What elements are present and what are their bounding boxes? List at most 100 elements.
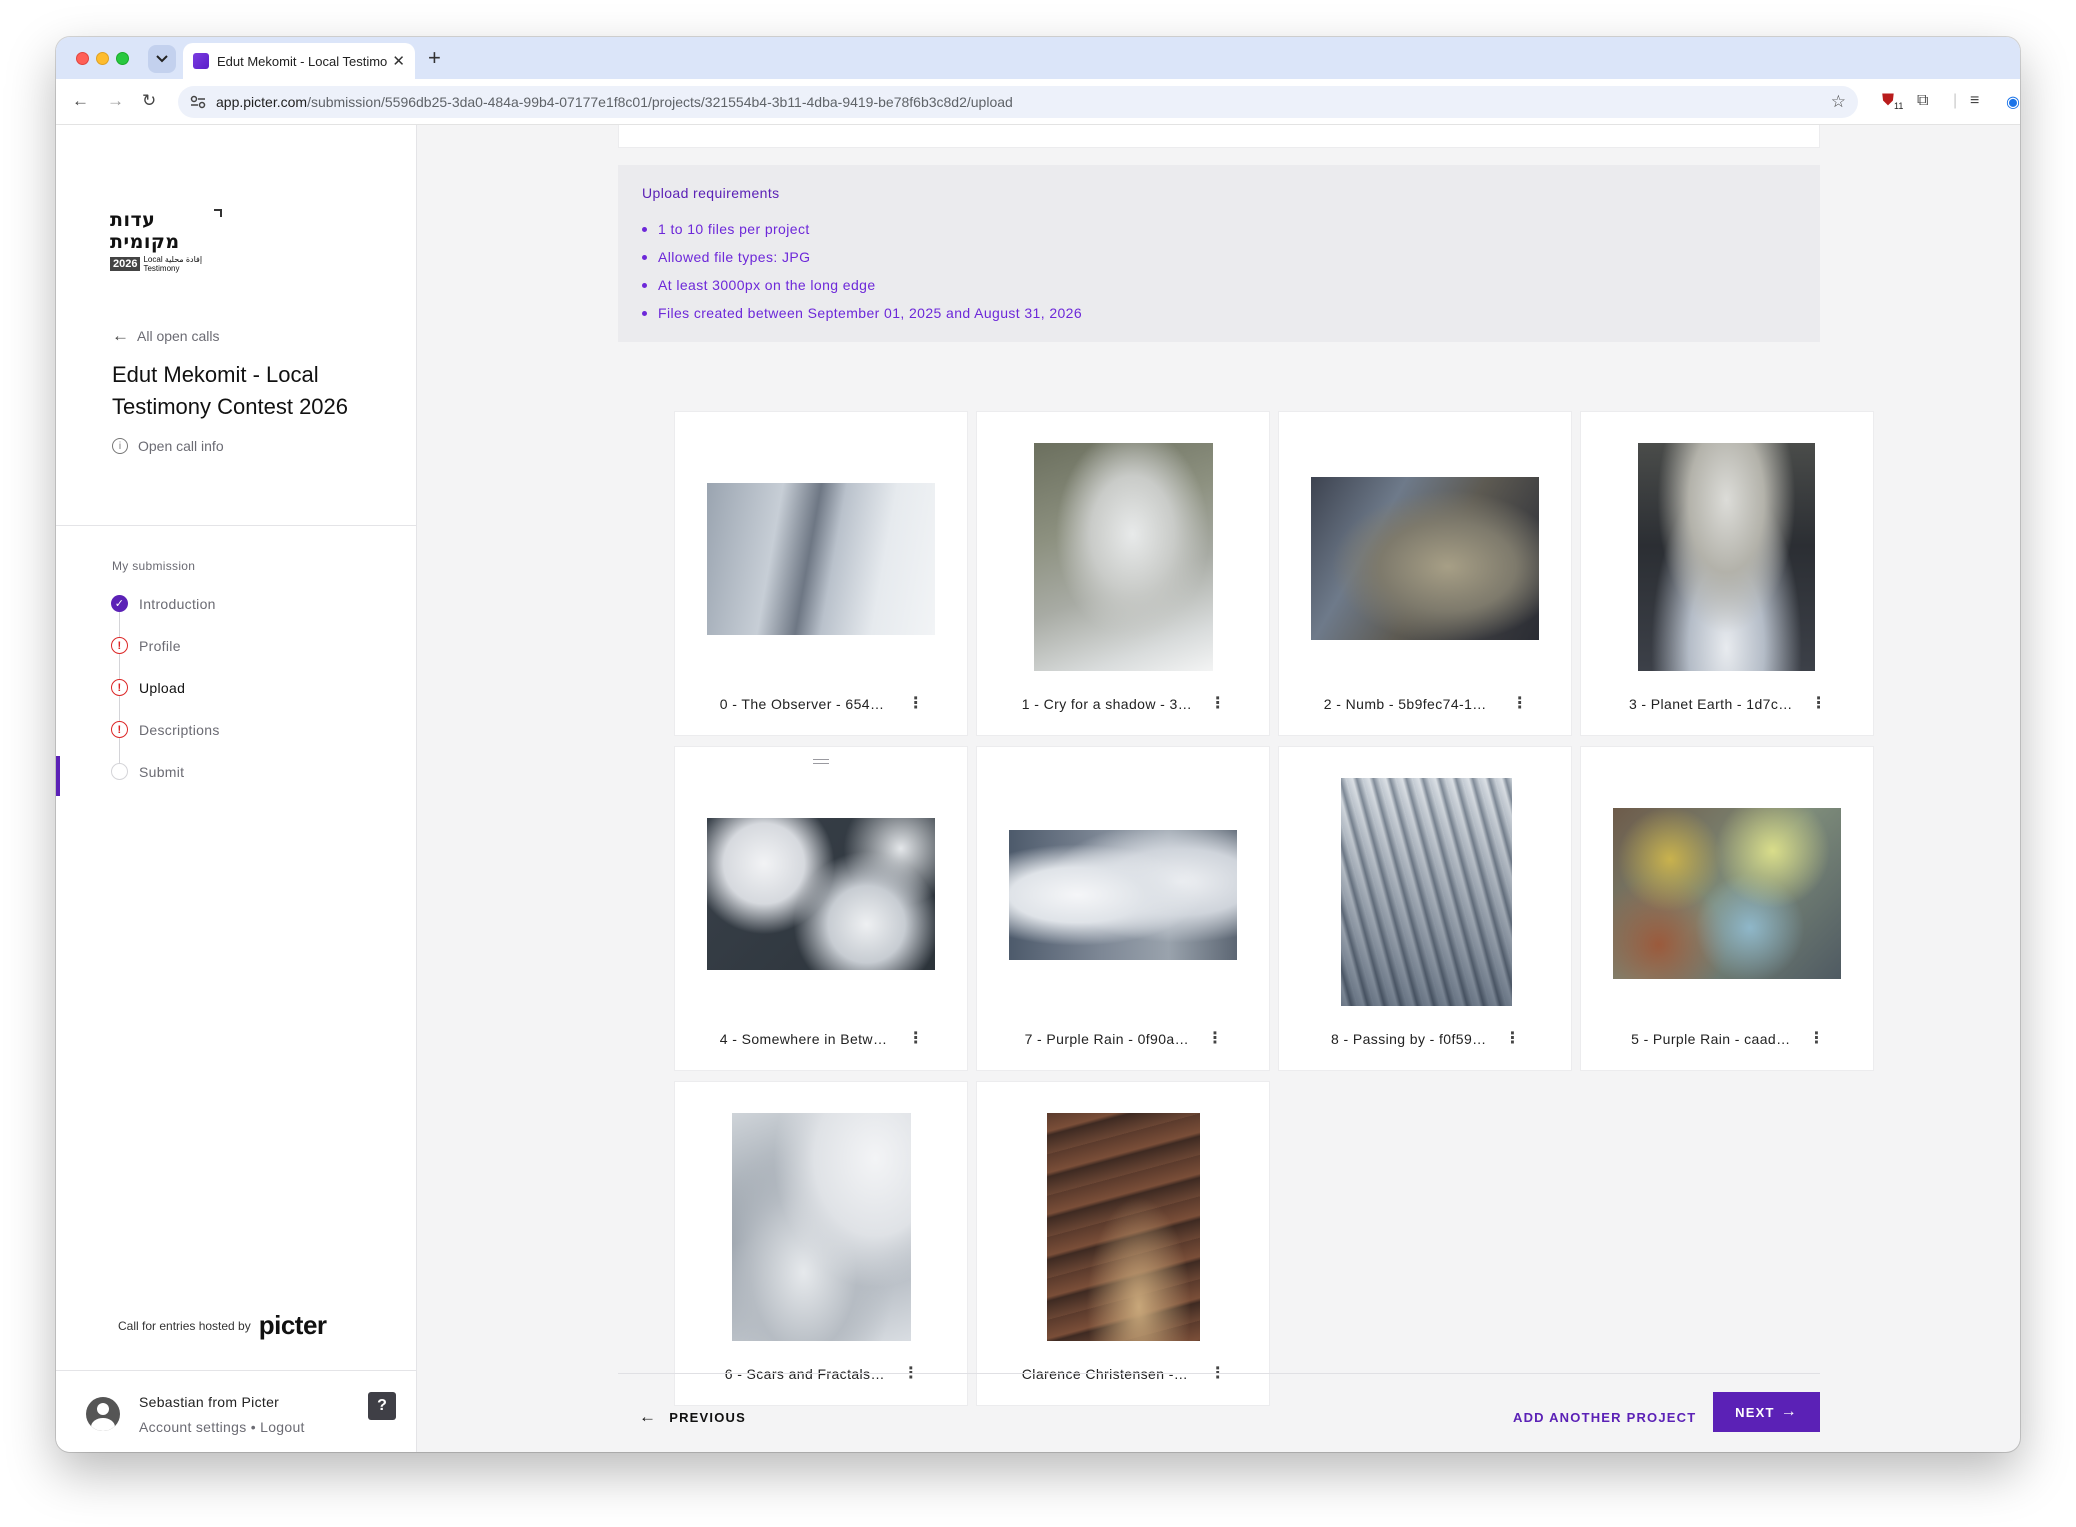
minimize-window-button[interactable] <box>96 52 109 65</box>
bullet-icon <box>642 226 647 232</box>
step-introduction[interactable]: ✓ Introduction <box>111 595 216 612</box>
image-card[interactable]: 6 - Scars and Fractals… ⋮ <box>674 1081 968 1406</box>
snow-clouds-image <box>1009 830 1237 960</box>
step-profile[interactable]: ! Profile <box>111 637 181 654</box>
reading-list-icon[interactable]: ≡ <box>1970 92 1979 110</box>
bullet-icon <box>642 282 647 288</box>
warning-circle-icon: ! <box>111 679 128 696</box>
step-submit[interactable]: Submit <box>111 763 184 780</box>
more-options-icon[interactable]: ⋮ <box>1808 1031 1824 1047</box>
more-options-icon[interactable]: ⋮ <box>1512 696 1528 712</box>
image-caption: Clarence Christensen - … ⋮ <box>977 1366 1271 1383</box>
desert-terrain-image <box>1311 477 1539 640</box>
image-card[interactable]: 1 - Cry for a shadow - 3e0… ⋮ <box>976 411 1270 736</box>
edut-mekomit-logo[interactable]: עדות מקומית 2026 Local إفادة محلية Testi… <box>110 209 222 273</box>
all-open-calls-link[interactable]: ← All open calls <box>112 326 220 346</box>
requirement-item: At least 3000px on the long edge <box>642 271 1796 299</box>
toolbar-divider: | <box>1953 92 1958 109</box>
image-card[interactable]: 5 - Purple Rain - caad… ⋮ <box>1580 746 1874 1071</box>
close-tab-icon[interactable]: ✕ <box>392 52 405 70</box>
open-call-info-link[interactable]: i Open call info <box>112 438 224 454</box>
step-label: Profile <box>139 637 181 654</box>
picter-logo[interactable]: picter <box>259 1310 327 1341</box>
extension-shield-icon[interactable]: ⛊11 <box>1882 92 1903 111</box>
back-arrow-icon[interactable]: ← <box>72 91 89 111</box>
open-call-title: Edut Mekomit - Local Testimony Contest 2… <box>112 362 349 419</box>
drag-handle-icon[interactable] <box>813 759 829 764</box>
bookmark-star-icon[interactable]: ☆ <box>1831 92 1846 112</box>
cloud-field-image <box>707 818 935 970</box>
bullet-icon <box>642 254 647 260</box>
steps-label: My submission <box>112 559 196 573</box>
image-caption: 8 - Passing by - f0f59… ⋮ <box>1279 1031 1573 1048</box>
more-options-icon[interactable]: ⋮ <box>1811 696 1827 712</box>
next-label: NEXT <box>1735 1404 1775 1420</box>
logo-line1: Local إفادة محلية <box>143 255 203 264</box>
logo-row: 2026 Local إفادة محلية Testimony <box>110 255 222 273</box>
requirement-item: Files created between September 01, 2025… <box>642 299 1796 327</box>
step-descriptions[interactable]: ! Descriptions <box>111 721 220 738</box>
close-window-button[interactable] <box>76 52 89 65</box>
more-options-icon[interactable]: ⋮ <box>1210 696 1226 712</box>
cloud-ocean-image <box>1638 443 1815 671</box>
more-options-icon[interactable]: ⋮ <box>1207 1031 1223 1047</box>
image-card[interactable]: Clarence Christensen - … ⋮ <box>976 1081 1270 1406</box>
image-card[interactable]: 0 - The Observer - 6542… ⋮ <box>674 411 968 736</box>
image-card[interactable]: 7 - Purple Rain - 0f90a… ⋮ <box>976 746 1270 1071</box>
forward-arrow-icon[interactable]: → <box>107 91 124 111</box>
next-button[interactable]: NEXT → <box>1713 1392 1820 1432</box>
more-options-icon[interactable]: ⋮ <box>908 696 924 712</box>
site-settings-icon[interactable] <box>190 95 206 109</box>
tab-search-button[interactable] <box>148 45 176 73</box>
logo-line2: Testimony <box>143 264 180 273</box>
maximize-window-button[interactable] <box>116 52 129 65</box>
user-name: Sebastian from Picter <box>139 1394 280 1410</box>
hosted-by-label: Call for entries hosted by <box>118 1318 251 1333</box>
sidebar: עדות מקומית 2026 Local إفادة محلية Testi… <box>56 125 417 1452</box>
footer-divider <box>618 1373 1820 1374</box>
more-options-icon[interactable]: ⋮ <box>908 1031 924 1047</box>
upload-requirements: Upload requirements 1 to 10 files per pr… <box>618 165 1820 342</box>
help-button[interactable]: ? <box>368 1392 396 1420</box>
user-links: Account settings • Logout <box>139 1419 305 1435</box>
extensions-puzzle-icon[interactable]: ⧉ <box>1917 92 1928 110</box>
project-details-card <box>618 125 1820 148</box>
image-caption: 0 - The Observer - 6542… ⋮ <box>675 696 969 713</box>
step-upload[interactable]: ! Upload <box>111 679 185 696</box>
cloud-streets-image <box>1341 778 1512 1006</box>
new-tab-button[interactable]: + <box>428 45 441 71</box>
account-settings-link[interactable]: Account settings <box>139 1419 247 1435</box>
step-label: Upload <box>139 679 186 696</box>
user-avatar-icon <box>86 1397 120 1431</box>
image-caption: 2 - Numb - 5b9fec74-1a2… ⋮ <box>1279 696 1573 713</box>
tab-title: Edut Mekomit - Local Testimony Contest 2… <box>217 53 387 69</box>
colorful-terrain-image <box>1613 808 1841 979</box>
image-caption-text: 3 - Planet Earth - 1d7c… <box>1628 696 1793 712</box>
previous-button[interactable]: ← PREVIOUS <box>639 1407 746 1427</box>
image-card[interactable]: 2 - Numb - 5b9fec74-1a2… ⋮ <box>1278 411 1572 736</box>
add-another-project-button[interactable]: ADD ANOTHER PROJECT <box>1513 1410 1696 1425</box>
image-caption: 1 - Cry for a shadow - 3e0… ⋮ <box>977 696 1271 713</box>
warning-circle-icon: ! <box>111 637 128 654</box>
extension-badge: 11 <box>1894 101 1904 112</box>
info-icon: i <box>112 438 128 454</box>
more-options-icon[interactable]: ⋮ <box>1505 1031 1521 1047</box>
logout-link[interactable]: Logout <box>260 1419 305 1435</box>
arrow-right-icon: → <box>1780 1403 1798 1420</box>
more-options-icon[interactable]: ⋮ <box>1210 1366 1226 1382</box>
image-caption: 6 - Scars and Fractals… ⋮ <box>675 1366 969 1383</box>
browser-tab[interactable]: Edut Mekomit - Local Testimony Contest 2… <box>183 43 415 79</box>
address-bar[interactable]: app.picter.com/submission/5596db25-3da0-… <box>178 86 1858 118</box>
profile-icon[interactable]: ◉ <box>2006 92 2020 112</box>
image-card[interactable]: 8 - Passing by - f0f59… ⋮ <box>1278 746 1572 1071</box>
image-caption-text: Clarence Christensen - … <box>1021 1366 1192 1382</box>
image-caption-text: 7 - Purple Rain - 0f90a… <box>1024 1031 1190 1047</box>
warning-circle-icon: ! <box>111 721 128 738</box>
url-host: app.picter.com <box>216 94 308 110</box>
image-card[interactable]: 4 - Somewhere in Between… ⋮ <box>674 746 968 1071</box>
picter-favicon-icon <box>193 53 209 69</box>
more-options-icon[interactable]: ⋮ <box>903 1366 919 1382</box>
image-card[interactable]: 3 - Planet Earth - 1d7c… ⋮ <box>1580 411 1874 736</box>
reload-icon[interactable]: ↻ <box>142 91 156 111</box>
image-caption: 3 - Planet Earth - 1d7c… ⋮ <box>1581 696 1875 713</box>
